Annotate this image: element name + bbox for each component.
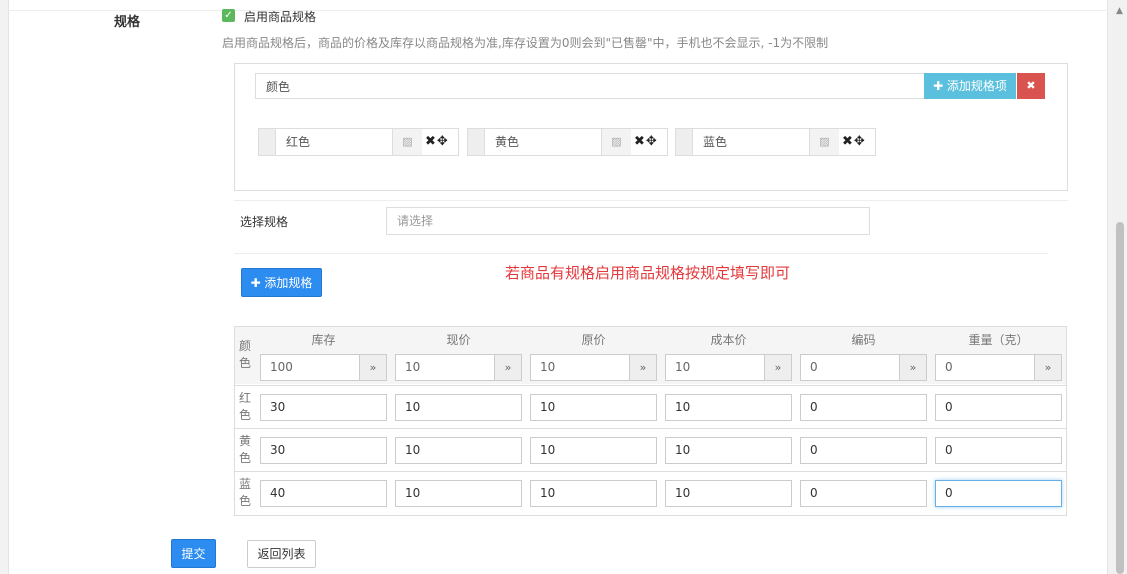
code-input[interactable]: 0 (800, 394, 927, 421)
image-picker-icon[interactable]: ▨ (601, 129, 631, 155)
double-chevron-down-icon[interactable]: » (359, 355, 386, 380)
stock-input[interactable]: 40 (260, 480, 387, 507)
spec-item: 红色 ▨ ✖✥ (258, 128, 459, 156)
delete-spec-group-button[interactable]: ✖ (1017, 73, 1045, 99)
spec-item: 蓝色 ▨ ✖✥ (675, 128, 876, 156)
cost-price-input[interactable]: 10 (665, 394, 792, 421)
scroll-up-icon[interactable]: ▲ (1114, 6, 1125, 17)
row-divider (235, 385, 1066, 386)
double-chevron-down-icon[interactable]: » (494, 355, 521, 380)
batch-set-field: 100 » (260, 354, 387, 381)
row-divider (235, 428, 1066, 429)
times-icon[interactable]: ✖ (634, 134, 646, 149)
spec-item-name-input[interactable]: 红色 (286, 129, 386, 155)
stock-input[interactable]: 30 (260, 394, 387, 421)
weight-input[interactable]: 0 (935, 437, 1062, 464)
cost-price-input[interactable]: 10 (665, 480, 792, 507)
spec-item: 黄色 ▨ ✖✥ (467, 128, 668, 156)
row-label: 红 色 (238, 391, 251, 422)
code-input[interactable]: 0 (800, 480, 927, 507)
batch-set-field: 0 » (800, 354, 927, 381)
image-picker-icon[interactable]: ▨ (809, 129, 839, 155)
cost-price-input[interactable]: 10 (665, 437, 792, 464)
spec-item-handle[interactable] (259, 129, 276, 155)
spec-label: 规格 (114, 15, 141, 30)
spec-help-text: 启用商品规格后，商品的价格及库存以商品规格为准,库存设置为0则会到"已售罄"中，… (222, 36, 829, 50)
code-input[interactable]: 0 (800, 437, 927, 464)
move-arrows-icon[interactable]: ✥ (854, 134, 866, 149)
batch-input[interactable]: 10 (396, 355, 420, 380)
column-header: 原价 (581, 333, 606, 347)
select-spec-input[interactable]: 请选择 (386, 207, 870, 235)
original-price-input[interactable]: 10 (530, 480, 657, 507)
top-divider (8, 10, 1108, 11)
spec-note: 若商品有规格启用商品规格按规定填写即可 (505, 264, 791, 282)
column-header: 成本价 (710, 333, 747, 347)
double-chevron-down-icon[interactable]: » (899, 355, 926, 380)
row-label: 黄 色 (238, 434, 251, 465)
column-header: 现价 (446, 333, 471, 347)
spec-item-name-input[interactable]: 蓝色 (703, 129, 803, 155)
batch-input[interactable]: 10 (666, 355, 690, 380)
batch-input[interactable]: 100 (261, 355, 293, 380)
table-corner-label: 颜 色 (238, 339, 251, 370)
price-input[interactable]: 10 (395, 394, 522, 421)
divider (234, 253, 1048, 254)
batch-set-field: 10 » (530, 354, 657, 381)
double-chevron-down-icon[interactable]: » (1034, 355, 1061, 380)
double-chevron-down-icon[interactable]: » (629, 355, 656, 380)
divider (234, 200, 1068, 201)
add-spec-item-button[interactable]: ✚ 添加规格项 (924, 73, 1016, 99)
batch-input[interactable]: 10 (531, 355, 555, 380)
column-header: 重量（克） (968, 333, 1029, 347)
times-icon[interactable]: ✖ (425, 134, 437, 149)
double-chevron-down-icon[interactable]: » (764, 355, 791, 380)
scrollbar-thumb[interactable] (1116, 222, 1124, 574)
batch-set-field: 10 » (665, 354, 792, 381)
select-spec-label: 选择规格 (240, 215, 289, 229)
check-icon[interactable]: ✓ (222, 9, 235, 22)
batch-input[interactable]: 0 (936, 355, 953, 380)
column-header: 编码 (851, 333, 876, 347)
row-label: 蓝 色 (238, 477, 251, 508)
back-to-list-button[interactable]: 返回列表 (247, 540, 316, 568)
move-arrows-icon[interactable]: ✥ (646, 134, 658, 149)
row-divider (235, 471, 1066, 472)
price-input[interactable]: 10 (395, 480, 522, 507)
original-price-input[interactable]: 10 (530, 437, 657, 464)
spec-item-handle[interactable] (468, 129, 485, 155)
batch-set-field: 10 » (395, 354, 522, 381)
submit-button[interactable]: 提交 (171, 539, 216, 568)
move-arrows-icon[interactable]: ✥ (437, 134, 449, 149)
stock-input[interactable]: 30 (260, 437, 387, 464)
spec-group-name-input[interactable]: 颜色 (255, 73, 925, 99)
image-picker-icon[interactable]: ▨ (392, 129, 422, 155)
original-price-input[interactable]: 10 (530, 394, 657, 421)
spec-item-handle[interactable] (676, 129, 693, 155)
batch-set-field: 0 » (935, 354, 1062, 381)
add-spec-button[interactable]: ✚ 添加规格 (241, 268, 322, 297)
batch-input[interactable]: 0 (801, 355, 818, 380)
column-header: 库存 (311, 333, 336, 347)
weight-input[interactable]: 0 (935, 394, 1062, 421)
weight-input[interactable]: 0 (935, 480, 1062, 507)
price-input[interactable]: 10 (395, 437, 522, 464)
spec-item-name-input[interactable]: 黄色 (495, 129, 595, 155)
enable-spec-label[interactable]: 启用商品规格 (244, 8, 316, 25)
times-icon[interactable]: ✖ (842, 134, 854, 149)
